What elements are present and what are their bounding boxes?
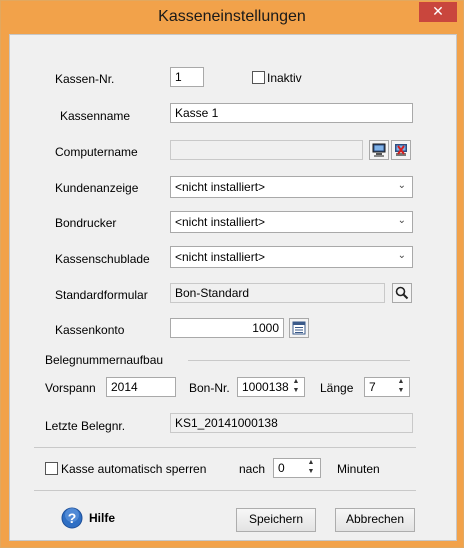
- chevron-down-icon: ⌄: [397, 250, 406, 261]
- section-divider: [188, 360, 410, 361]
- chevron-down-icon: ⌄: [397, 180, 406, 191]
- auto-lock-checkbox[interactable]: [45, 462, 58, 475]
- account-list-icon[interactable]: [289, 318, 309, 338]
- help-icon[interactable]: ?: [61, 507, 83, 529]
- auto-lock-label: Kasse automatisch sperren: [61, 462, 207, 476]
- belegnummer-section-label: Belegnummernaufbau: [45, 353, 164, 367]
- nach-label: nach: [239, 462, 266, 476]
- standardformular-label: Standardformular: [55, 288, 148, 302]
- divider: [34, 447, 416, 448]
- kassenkonto-label: Kassenkonto: [55, 323, 125, 337]
- title-bar: Kasseneinstellungen ✕: [1, 1, 463, 34]
- chevron-down-icon: ⌄: [397, 215, 406, 226]
- settings-dialog: Kasseneinstellungen ✕ Kassen-Nr. 1 Inakt…: [0, 0, 464, 548]
- laenge-stepper[interactable]: ▲ ▼: [394, 377, 408, 397]
- window-title: Kasseneinstellungen: [158, 8, 306, 25]
- minutes-stepper[interactable]: ▲ ▼: [304, 458, 318, 478]
- computer-icon[interactable]: [369, 140, 389, 160]
- bondrucker-value: <nicht installiert>: [175, 215, 266, 229]
- vorspann-input[interactable]: 2014: [106, 377, 176, 397]
- help-label[interactable]: Hilfe: [89, 511, 115, 525]
- kundenanzeige-select[interactable]: <nicht installiert> ⌄: [170, 176, 413, 198]
- inaktiv-checkbox[interactable]: [252, 71, 265, 84]
- kassenschublade-value: <nicht installiert>: [175, 250, 266, 264]
- letzte-belegnr-label: Letzte Belegnr.: [45, 419, 126, 433]
- laenge-label: Länge: [320, 381, 354, 395]
- bondrucker-select[interactable]: <nicht installiert> ⌄: [170, 211, 413, 233]
- cancel-button[interactable]: Abbrechen: [335, 508, 415, 532]
- computername-input[interactable]: [170, 140, 363, 160]
- standardformular-input[interactable]: Bon-Standard: [170, 283, 385, 303]
- kundenanzeige-label: Kundenanzeige: [55, 181, 139, 195]
- close-icon[interactable]: ✕: [419, 2, 457, 22]
- svg-text:?: ?: [68, 510, 77, 526]
- letzte-belegnr-input: KS1_20141000138: [170, 413, 413, 433]
- minuten-label: Minuten: [337, 462, 380, 476]
- vorspann-label: Vorspann: [45, 381, 96, 395]
- remove-computer-icon[interactable]: [391, 140, 411, 160]
- dialog-body: Kassen-Nr. 1 Inaktiv Kassenname Kasse 1 …: [9, 34, 457, 541]
- kassenschublade-select[interactable]: <nicht installiert> ⌄: [170, 246, 413, 268]
- kundenanzeige-value: <nicht installiert>: [175, 180, 266, 194]
- kassenname-label: Kassenname: [60, 109, 131, 123]
- computername-label: Computername: [55, 145, 138, 159]
- kassen-nr-input[interactable]: 1: [170, 67, 204, 87]
- kassenschublade-label: Kassenschublade: [55, 252, 150, 266]
- save-button[interactable]: Speichern: [236, 508, 316, 532]
- bon-nr-label: Bon-Nr.: [189, 381, 230, 395]
- bon-nr-stepper[interactable]: ▲ ▼: [289, 377, 303, 397]
- divider: [34, 490, 416, 491]
- kassen-nr-label: Kassen-Nr.: [55, 72, 115, 86]
- search-icon[interactable]: [392, 283, 412, 303]
- kassenkonto-input[interactable]: 1000: [170, 318, 284, 338]
- inaktiv-label: Inaktiv: [267, 71, 302, 85]
- kassenname-input[interactable]: Kasse 1: [170, 103, 413, 123]
- bondrucker-label: Bondrucker: [55, 216, 117, 230]
